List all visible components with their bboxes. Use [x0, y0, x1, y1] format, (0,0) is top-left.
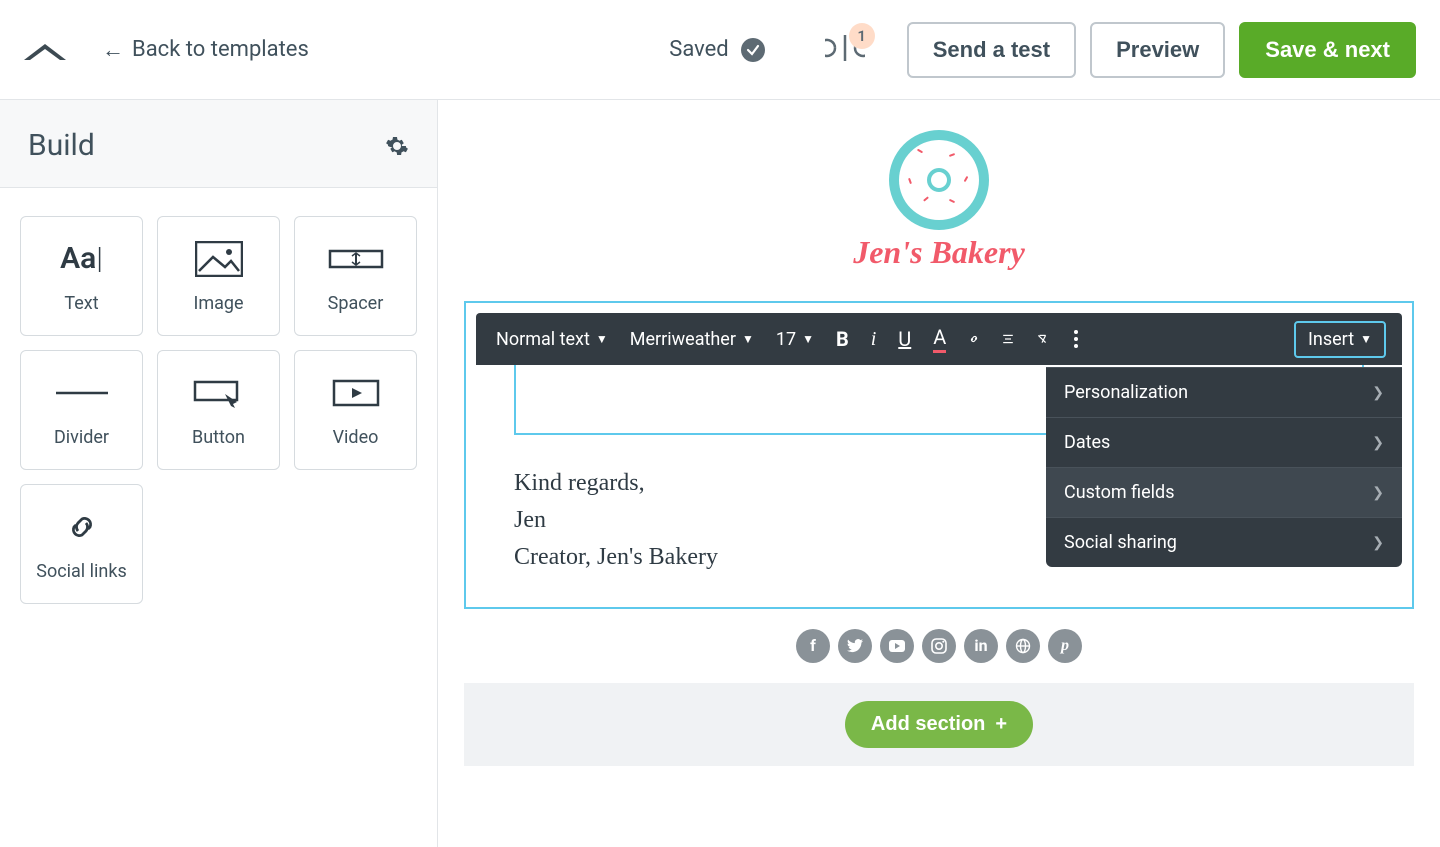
button-icon: [193, 373, 245, 413]
insert-dropdown: Personalization ❯ Dates ❯ Custom fields …: [1046, 367, 1402, 567]
font-size-select[interactable]: 17▼: [772, 323, 818, 356]
text-toolbar: Normal text▼ Merriweather▼ 17▼ B i U A: [476, 313, 1402, 365]
sidebar-header: Build: [0, 100, 437, 188]
spacer-icon: [328, 239, 384, 279]
back-to-templates-link[interactable]: ← Back to templates: [102, 37, 309, 63]
more-button[interactable]: [1066, 329, 1086, 349]
insert-button[interactable]: Insert▼: [1294, 321, 1386, 358]
video-icon: [332, 373, 380, 413]
insert-social-sharing[interactable]: Social sharing ❯: [1046, 517, 1402, 567]
preview-button[interactable]: Preview: [1090, 22, 1225, 78]
text-editor-block: Normal text▼ Merriweather▼ 17▼ B i U A: [464, 301, 1414, 609]
check-circle-icon: [741, 38, 765, 62]
app-header: ← Back to templates Saved 1 Send a test …: [0, 0, 1440, 100]
saved-status: Saved: [669, 37, 764, 62]
caret-down-icon: ▼: [742, 332, 754, 346]
image-icon: [195, 239, 243, 279]
social-twitter[interactable]: [838, 629, 872, 663]
social-links-icon: [64, 507, 100, 547]
block-spacer[interactable]: Spacer: [294, 216, 417, 336]
save-next-button[interactable]: Save & next: [1239, 22, 1416, 78]
main-area: Build Aa| Text Image Spacer: [0, 100, 1440, 847]
divider-icon: [54, 373, 110, 413]
block-button[interactable]: Button: [157, 350, 280, 470]
brand-name: Jen's Bakery: [464, 234, 1414, 271]
text-color-button[interactable]: A: [929, 319, 950, 359]
insert-dates[interactable]: Dates ❯: [1046, 417, 1402, 467]
block-social-links[interactable]: Social links: [20, 484, 143, 604]
add-section-bar: Add section +: [464, 683, 1414, 766]
email-canvas: Jen's Bakery Normal text▼ Merriweather▼ …: [438, 100, 1440, 847]
chevron-right-icon: ❯: [1372, 435, 1384, 451]
ab-test-button[interactable]: 1: [825, 33, 865, 67]
build-sidebar: Build Aa| Text Image Spacer: [0, 100, 438, 847]
bold-button[interactable]: B: [832, 321, 853, 357]
back-label: Back to templates: [132, 37, 309, 62]
social-linkedin[interactable]: in: [964, 629, 998, 663]
align-button[interactable]: [998, 329, 1018, 349]
block-image[interactable]: Image: [157, 216, 280, 336]
insert-personalization[interactable]: Personalization ❯: [1046, 367, 1402, 417]
text-style-select[interactable]: Normal text▼: [492, 323, 612, 356]
arrow-left-icon: ←: [102, 37, 124, 63]
text-icon: Aa|: [60, 239, 103, 279]
social-pinterest[interactable]: p: [1048, 629, 1082, 663]
app-logo: [24, 36, 66, 64]
plus-icon: +: [995, 713, 1007, 736]
social-youtube[interactable]: [880, 629, 914, 663]
font-select[interactable]: Merriweather▼: [626, 323, 758, 356]
badge-count: 1: [849, 23, 875, 49]
caret-down-icon: ▼: [596, 332, 608, 346]
donut-icon: [889, 130, 989, 230]
caret-down-icon: ▼: [1360, 332, 1372, 346]
caret-down-icon: ▼: [802, 332, 814, 346]
sidebar-title: Build: [28, 128, 95, 163]
clear-format-button[interactable]: [1032, 329, 1052, 349]
social-row: f in p: [464, 629, 1414, 663]
add-section-button[interactable]: Add section +: [845, 701, 1033, 748]
social-facebook[interactable]: f: [796, 629, 830, 663]
insert-custom-fields[interactable]: Custom fields ❯: [1046, 467, 1402, 517]
link-button[interactable]: [964, 329, 984, 349]
block-video[interactable]: Video: [294, 350, 417, 470]
send-test-button[interactable]: Send a test: [907, 22, 1076, 78]
saved-label: Saved: [669, 37, 728, 62]
chevron-right-icon: ❯: [1372, 385, 1384, 401]
chevron-right-icon: ❯: [1372, 535, 1384, 551]
block-text[interactable]: Aa| Text: [20, 216, 143, 336]
chevron-right-icon: ❯: [1372, 485, 1384, 501]
blocks-grid: Aa| Text Image Spacer Divider: [0, 188, 437, 632]
social-instagram[interactable]: [922, 629, 956, 663]
italic-button[interactable]: i: [867, 322, 881, 357]
gear-icon[interactable]: [385, 134, 409, 158]
social-web[interactable]: [1006, 629, 1040, 663]
email-brand-logo: Jen's Bakery: [464, 130, 1414, 271]
block-divider[interactable]: Divider: [20, 350, 143, 470]
underline-button[interactable]: U: [894, 321, 915, 357]
